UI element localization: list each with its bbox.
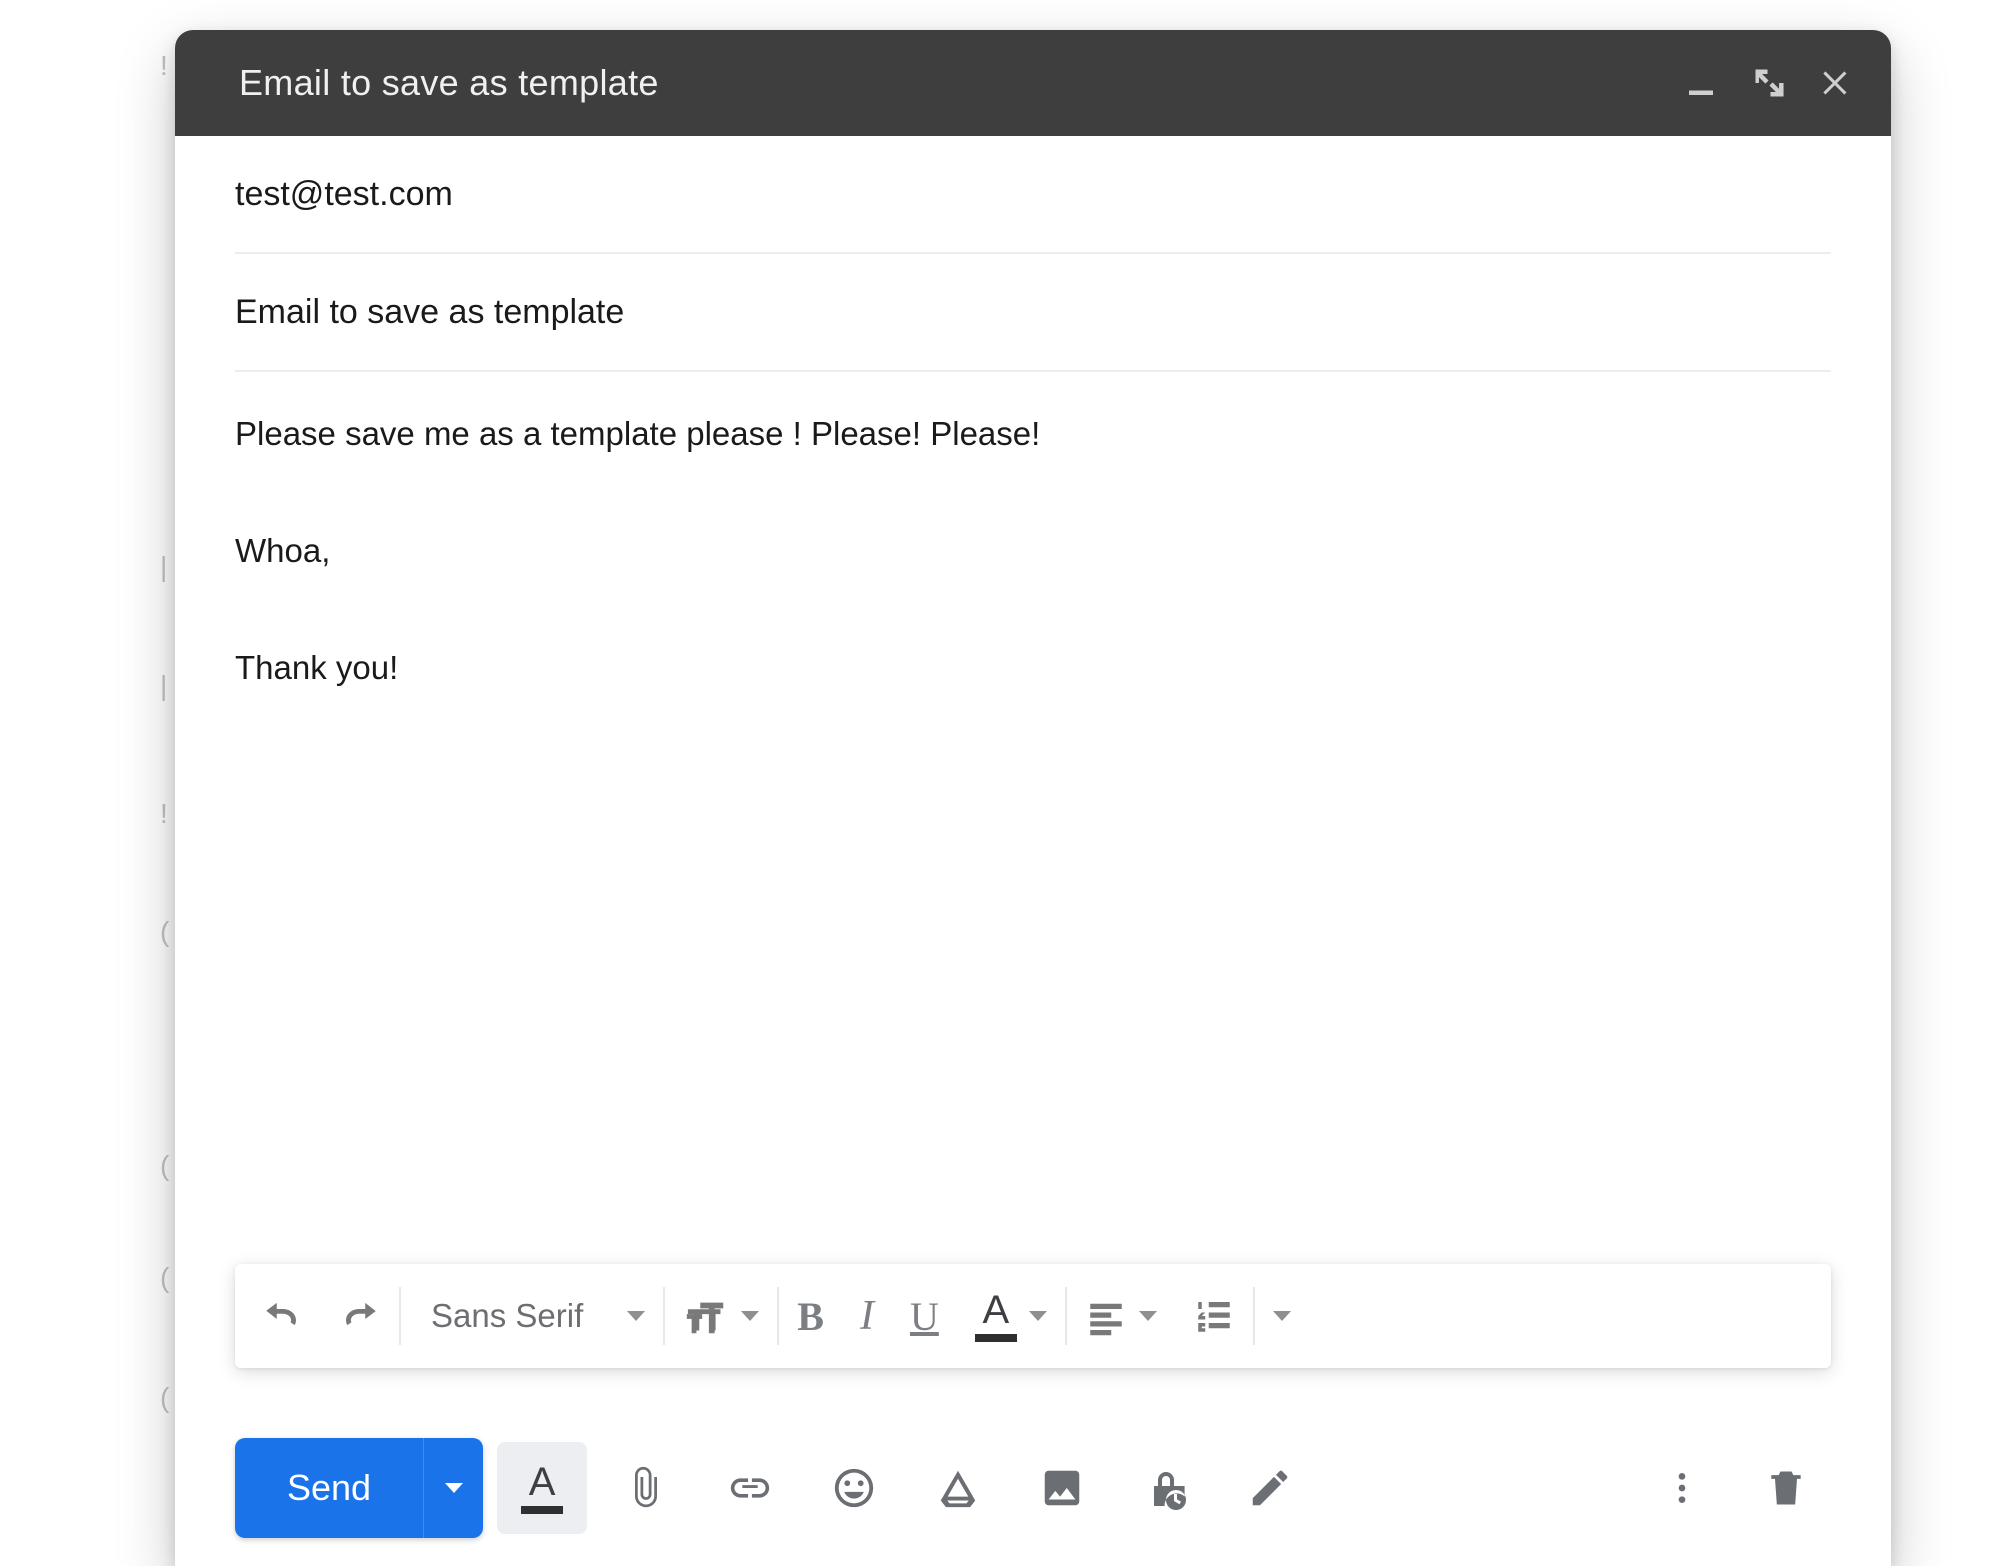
body-line-1: Please save me as a template please ! Pl… <box>235 408 1831 461</box>
lock-clock-icon <box>1142 1464 1190 1512</box>
insert-signature-button[interactable] <box>1225 1442 1315 1534</box>
insert-emoji-button[interactable] <box>809 1442 899 1534</box>
undo-button[interactable] <box>243 1264 321 1368</box>
emoji-icon <box>831 1465 877 1511</box>
recipients-value: test@test.com <box>235 175 453 214</box>
chevron-down-icon <box>1029 1311 1047 1321</box>
bottom-action-bar: Send A <box>235 1432 1831 1544</box>
stage: ! | | ! ( ( ( ( Email to save as templat… <box>0 0 2000 1566</box>
link-icon <box>727 1465 773 1511</box>
insert-photo-button[interactable] <box>1017 1442 1107 1534</box>
redo-button[interactable] <box>321 1264 399 1368</box>
body-line-2: Whoa, <box>235 525 1831 578</box>
underline-button[interactable]: U <box>892 1264 957 1368</box>
drive-icon <box>935 1465 981 1511</box>
more-formatting-button[interactable] <box>1255 1264 1309 1368</box>
underline-icon: U <box>910 1293 939 1340</box>
titlebar-actions <box>1683 65 1855 101</box>
subject-value: Email to save as template <box>235 293 624 332</box>
numbered-list-button[interactable] <box>1175 1264 1253 1368</box>
send-button-group: Send <box>235 1438 483 1538</box>
expand-icon[interactable] <box>1751 65 1787 101</box>
send-button[interactable]: Send <box>235 1438 423 1538</box>
italic-button[interactable]: I <box>842 1264 892 1368</box>
more-vertical-icon <box>1662 1468 1702 1508</box>
chevron-down-icon <box>627 1311 645 1321</box>
align-icon <box>1085 1295 1127 1337</box>
font-family-label: Sans Serif <box>419 1297 607 1335</box>
formatting-toggle-button[interactable]: A <box>497 1442 587 1534</box>
bold-button[interactable]: B <box>779 1264 842 1368</box>
font-family-select[interactable]: Sans Serif <box>401 1264 663 1368</box>
send-label: Send <box>287 1467 371 1509</box>
more-options-button[interactable] <box>1637 1442 1727 1534</box>
text-color-icon: A <box>975 1290 1017 1342</box>
compose-titlebar: Email to save as template <box>175 30 1891 136</box>
photo-icon <box>1039 1465 1085 1511</box>
bold-icon: B <box>797 1293 824 1340</box>
message-body[interactable]: Please save me as a template please ! Pl… <box>235 372 1831 1052</box>
discard-draft-button[interactable] <box>1741 1442 1831 1534</box>
text-color-button[interactable]: A <box>957 1264 1065 1368</box>
close-icon[interactable] <box>1819 65 1855 101</box>
compose-window: Email to save as template test@test.com … <box>175 30 1891 1566</box>
compose-body: test@test.com Email to save as template … <box>175 136 1891 1052</box>
chevron-down-icon <box>1273 1311 1291 1321</box>
chevron-down-icon <box>1139 1311 1157 1321</box>
numbered-list-icon <box>1193 1295 1235 1337</box>
send-options-button[interactable] <box>423 1438 483 1538</box>
formatting-icon: A <box>521 1462 563 1514</box>
compose-title: Email to save as template <box>239 62 659 104</box>
format-toolbar: Sans Serif B I U A <box>235 1264 1831 1368</box>
confidential-mode-button[interactable] <box>1121 1442 1211 1534</box>
insert-drive-button[interactable] <box>913 1442 1003 1534</box>
align-button[interactable] <box>1067 1264 1175 1368</box>
recipients-field[interactable]: test@test.com <box>235 136 1831 254</box>
italic-icon: I <box>860 1292 874 1340</box>
chevron-down-icon <box>445 1483 463 1493</box>
trash-icon <box>1764 1466 1808 1510</box>
body-line-3: Thank you! <box>235 642 1831 695</box>
chevron-down-icon <box>741 1311 759 1321</box>
font-size-button[interactable] <box>665 1264 777 1368</box>
subject-field[interactable]: Email to save as template <box>235 254 1831 372</box>
minimize-icon[interactable] <box>1683 65 1719 101</box>
insert-link-button[interactable] <box>705 1442 795 1534</box>
paperclip-icon <box>624 1466 668 1510</box>
attach-file-button[interactable] <box>601 1442 691 1534</box>
pen-icon <box>1247 1465 1293 1511</box>
